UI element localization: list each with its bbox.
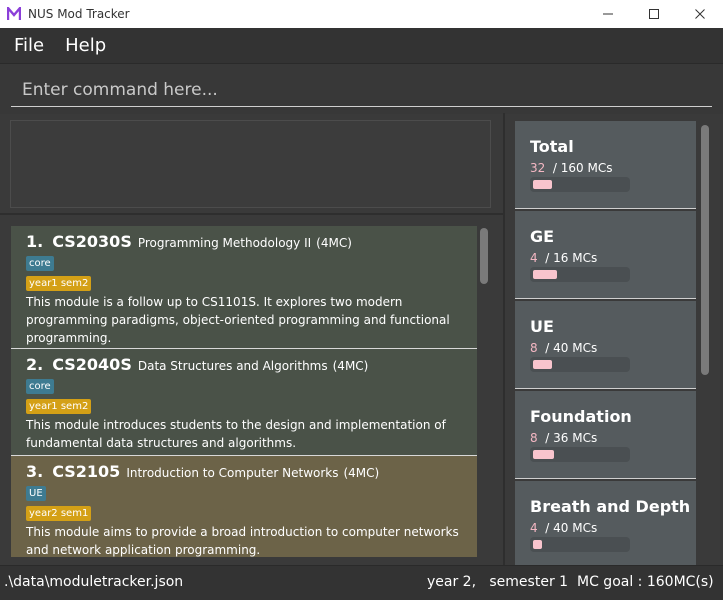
requirements-scrollbar[interactable] xyxy=(701,125,709,375)
requirement-name: Breath and Depth xyxy=(530,497,691,516)
requirement-total: / 40 MCs xyxy=(545,341,598,355)
module-title: Introduction to Computer Networks xyxy=(126,466,339,480)
command-box xyxy=(0,64,723,114)
app-logo-icon xyxy=(7,7,21,21)
module-type-tag: UE xyxy=(26,486,46,501)
data-file-path: .\data\moduletracker.json xyxy=(4,574,184,590)
requirement-card-ge: GE 4 / 16 MCs xyxy=(515,211,696,299)
requirement-total: / 16 MCs xyxy=(545,251,598,265)
module-type-tag: core xyxy=(26,256,54,271)
module-mc: (4MC) xyxy=(316,236,352,250)
requirement-current: 4 xyxy=(530,251,538,265)
requirement-mcs: 32 / 160 MCs xyxy=(530,161,612,175)
module-index: 1. xyxy=(26,232,44,251)
requirement-mcs: 4 / 16 MCs xyxy=(530,251,597,265)
module-code: CS2105 xyxy=(52,462,121,481)
requirement-progress-fill xyxy=(533,360,552,369)
requirement-card-breath-and-depth: Breath and Depth 4 / 40 MCs xyxy=(515,481,696,565)
requirement-total: / 160 MCs xyxy=(552,161,613,175)
requirement-current: 8 xyxy=(530,341,538,355)
requirement-card-total: Total 32 / 160 MCs xyxy=(515,121,696,209)
result-display xyxy=(10,120,491,208)
module-list[interactable]: 1. CS2030S Programming Methodology II (4… xyxy=(11,226,477,557)
requirement-progress-fill xyxy=(533,540,542,549)
requirement-progress-bar xyxy=(530,177,630,192)
minimize-button[interactable] xyxy=(585,0,631,28)
module-type-tag: core xyxy=(26,379,54,394)
requirement-progress-bar xyxy=(530,537,630,552)
maximize-button[interactable] xyxy=(631,0,677,28)
requirement-name: Total xyxy=(530,137,574,156)
requirement-current: 4 xyxy=(530,521,538,535)
requirement-mcs: 4 / 40 MCs xyxy=(530,521,597,535)
window-controls xyxy=(585,0,723,28)
requirement-name: UE xyxy=(530,317,554,336)
requirement-total: / 36 MCs xyxy=(545,431,598,445)
divider xyxy=(0,213,503,215)
requirement-progress-fill xyxy=(533,270,557,279)
module-title: Programming Methodology II xyxy=(137,236,312,250)
module-list-scrollbar[interactable] xyxy=(480,228,488,284)
module-index: 2. xyxy=(26,355,44,374)
requirement-current: 32 xyxy=(530,161,546,175)
maximize-icon xyxy=(649,9,659,19)
module-title: Data Structures and Algorithms xyxy=(137,359,328,373)
requirement-progress-fill xyxy=(533,180,552,189)
module-index: 3. xyxy=(26,462,44,481)
requirement-total: / 40 MCs xyxy=(545,521,598,535)
requirement-current: 8 xyxy=(530,431,538,445)
window-title: NUS Mod Tracker xyxy=(28,7,130,21)
module-mc: (4MC) xyxy=(332,359,369,373)
minimize-icon xyxy=(603,13,613,15)
requirement-mcs: 8 / 36 MCs xyxy=(530,431,597,445)
command-input[interactable] xyxy=(11,73,712,107)
module-description: This module aims to provide a broad intr… xyxy=(26,525,459,557)
requirement-progress-bar xyxy=(530,447,630,462)
requirement-name: Foundation xyxy=(530,407,632,426)
requirement-card-ue: UE 8 / 40 MCs xyxy=(515,301,696,389)
requirement-progress-fill xyxy=(533,450,554,459)
panel-divider xyxy=(503,113,505,565)
module-code: CS2030S xyxy=(52,232,132,251)
requirements-panel: Total 32 / 160 MCs GE 4 / 16 MCs UE 8 / … xyxy=(515,121,696,565)
module-header: 3. CS2105 Introduction to Computer Netwo… xyxy=(26,462,477,481)
requirement-progress-bar xyxy=(530,267,630,282)
module-header: 1. CS2030S Programming Methodology II (4… xyxy=(26,232,477,251)
close-icon xyxy=(695,9,705,19)
requirement-name: GE xyxy=(530,227,555,246)
module-code: CS2040S xyxy=(52,355,132,374)
menu-bar: File Help xyxy=(0,28,723,64)
module-semester-tag: year2 sem1 xyxy=(26,506,92,521)
title-bar: NUS Mod Tracker xyxy=(0,0,723,28)
menu-file[interactable]: File xyxy=(6,35,51,56)
module-card[interactable]: 1. CS2030S Programming Methodology II (4… xyxy=(11,226,477,349)
current-semester: year 2, semester 1 xyxy=(427,574,569,590)
module-semester-tag: year1 sem2 xyxy=(26,399,92,414)
mc-goal: MC goal : 160MC(s) xyxy=(577,574,714,590)
module-header: 2. CS2040S Data Structures and Algorithm… xyxy=(26,355,477,374)
module-description: This module introduces students to the d… xyxy=(26,418,446,450)
requirement-mcs: 8 / 40 MCs xyxy=(530,341,597,355)
module-semester-tag: year1 sem2 xyxy=(26,276,92,291)
module-card[interactable]: 2. CS2040S Data Structures and Algorithm… xyxy=(11,349,477,456)
status-bar: .\data\moduletracker.json year 2, semest… xyxy=(0,565,723,600)
module-description: This module is a follow up to CS1101S. I… xyxy=(26,295,450,345)
requirement-progress-bar xyxy=(530,357,630,372)
close-button[interactable] xyxy=(677,0,723,28)
menu-help[interactable]: Help xyxy=(57,35,113,56)
module-mc: (4MC) xyxy=(343,466,380,480)
module-card[interactable]: 3. CS2105 Introduction to Computer Netwo… xyxy=(11,456,477,557)
requirement-card-foundation: Foundation 8 / 36 MCs xyxy=(515,391,696,479)
